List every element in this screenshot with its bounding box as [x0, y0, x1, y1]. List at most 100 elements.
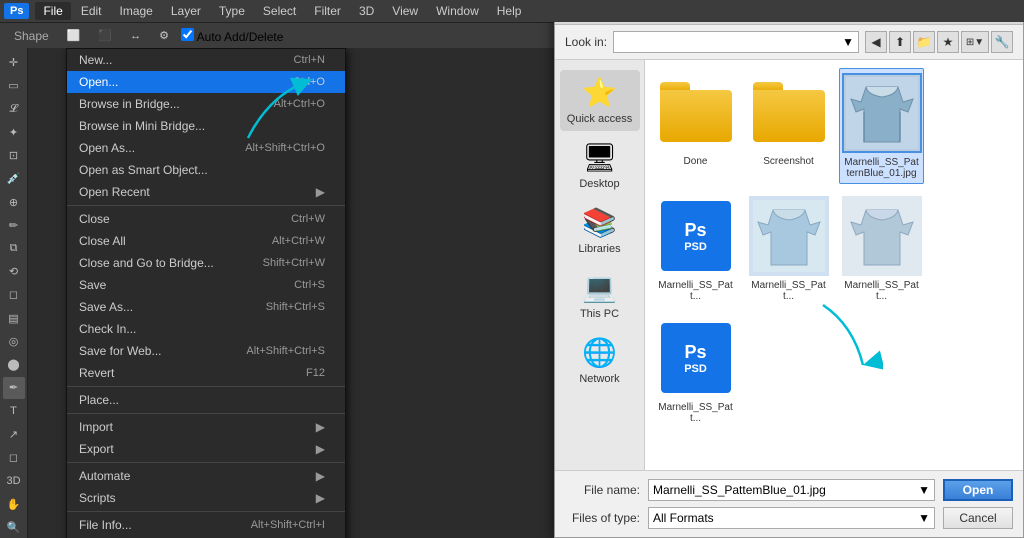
tool-shape[interactable]: ◻	[3, 447, 25, 468]
menu-item-bridge[interactable]: Browse in Bridge... Alt+Ctrl+O	[67, 93, 345, 115]
menu-edit[interactable]: Edit	[73, 2, 110, 20]
filename-input[interactable]: Marnelli_SS_PattemBlue_01.jpg ▼	[648, 479, 935, 501]
tool-clone[interactable]: ⧉	[3, 238, 25, 259]
menu-window[interactable]: Window	[428, 2, 487, 20]
menu-image[interactable]: Image	[112, 2, 161, 20]
tool-crop[interactable]: ⊡	[3, 145, 25, 166]
tool-history[interactable]: ⟲	[3, 261, 25, 282]
file-item-marnelli-1[interactable]: Marnelli_SS_PatternBlue_01.jpg	[839, 68, 924, 184]
tool-hand[interactable]: ✋	[3, 493, 25, 514]
nav-item-network[interactable]: 🌐 Network	[560, 330, 640, 391]
tool-move[interactable]: ✛	[3, 52, 25, 73]
menu-item-automate[interactable]: Automate ▶	[67, 465, 345, 487]
menu-layer[interactable]: Layer	[163, 2, 209, 20]
menu-item-import[interactable]: Import ▶	[67, 416, 345, 438]
lookin-dropdown[interactable]: ▼	[613, 31, 859, 53]
nav-view-button[interactable]: ⊞▼	[961, 31, 989, 53]
menu-item-file-info[interactable]: File Info... Alt+Shift+Ctrl+I	[67, 514, 345, 536]
menu-item-place-label: Place...	[79, 393, 119, 407]
tool-dodge[interactable]: ⬤	[3, 354, 25, 375]
tool-eyedropper[interactable]: 💉	[3, 168, 25, 189]
nav-item-libraries-label: Libraries	[578, 243, 620, 255]
nav-item-this-pc[interactable]: 💻 This PC	[560, 265, 640, 326]
menu-item-save-as[interactable]: Save As... Shift+Ctrl+S	[67, 296, 345, 318]
nav-item-desktop[interactable]: 🖥 Desktop	[560, 135, 640, 196]
menu-filter[interactable]: Filter	[306, 2, 349, 20]
menu-item-recent[interactable]: Open Recent ▶	[67, 181, 345, 203]
tool-gradient[interactable]: ▤	[3, 308, 25, 329]
menu-item-open-as[interactable]: Open As... Alt+Shift+Ctrl+O	[67, 137, 345, 159]
cancel-button[interactable]: Cancel	[943, 507, 1013, 529]
menu-item-new[interactable]: New... Ctrl+N	[67, 49, 345, 71]
divider-5	[67, 511, 345, 512]
filetype-row: Files of type: All Formats ▼ Cancel	[565, 507, 1013, 529]
psd-icon-2-psd-text: PSD	[684, 363, 707, 375]
menu-item-scripts[interactable]: Scripts ▶	[67, 487, 345, 509]
toolbar-btn-2[interactable]: ⬛	[92, 27, 118, 44]
toolbar-btn-1[interactable]: ⬜	[61, 27, 87, 44]
nav-item-libraries[interactable]: 📚 Libraries	[560, 200, 640, 261]
open-button[interactable]: Open	[943, 479, 1013, 501]
menu-item-export[interactable]: Export ▶	[67, 438, 345, 460]
menu-item-smart-object[interactable]: Open as Smart Object...	[67, 159, 345, 181]
nav-bookmark-button[interactable]: ★	[937, 31, 959, 53]
menu-item-open[interactable]: Open... Ctrl+O	[67, 71, 345, 93]
file-name-done: Done	[684, 156, 708, 167]
tool-pen[interactable]: ✒	[3, 377, 25, 398]
menu-item-open-label: Open...	[79, 75, 118, 89]
file-item-marnelli-3[interactable]: Marnelli_SS_Patt...	[839, 192, 924, 306]
menu-help[interactable]: Help	[489, 2, 530, 20]
menu-item-file-info-shortcut: Alt+Shift+Ctrl+I	[251, 519, 325, 531]
tool-brush[interactable]: ✏	[3, 215, 25, 236]
auto-add-delete-checkbox[interactable]	[181, 28, 194, 41]
menu-item-close[interactable]: Close Ctrl+W	[67, 208, 345, 230]
file-name-marnelli-1: Marnelli_SS_PatternBlue_01.jpg	[844, 157, 919, 179]
tool-lasso[interactable]: 𝓛	[3, 98, 25, 119]
tool-path-select[interactable]: ↗	[3, 424, 25, 445]
tool-blur[interactable]: ◎	[3, 331, 25, 352]
menu-3d[interactable]: 3D	[351, 2, 382, 20]
nav-create-folder-button[interactable]: 📁	[913, 31, 935, 53]
file-item-screenshot[interactable]: Screenshot	[746, 68, 831, 184]
file-item-marnelli-2[interactable]: Marnelli_SS_Patt...	[746, 192, 831, 306]
menu-item-file-info-label: File Info...	[79, 518, 132, 532]
dialog-nav: ⭐ Quick access 🖥 Desktop 📚 Libraries 💻 T…	[555, 60, 645, 470]
file-item-psd-2[interactable]: Ps PSD Marnelli_SS_Patt...	[653, 314, 738, 428]
file-item-done[interactable]: Done	[653, 68, 738, 184]
divider-2	[67, 386, 345, 387]
tool-3d[interactable]: 3D	[3, 470, 25, 491]
menu-item-place[interactable]: Place...	[67, 389, 345, 411]
tool-text[interactable]: T	[3, 401, 25, 422]
file-name-marnelli-3: Marnelli_SS_Patt...	[843, 280, 920, 302]
toolbar-btn-3[interactable]: ↔	[124, 28, 147, 44]
tool-healing[interactable]: ⊕	[3, 191, 25, 212]
file-item-psd-1[interactable]: Ps PSD Marnelli_SS_Patt...	[653, 192, 738, 306]
menu-item-save-web[interactable]: Save for Web... Alt+Shift+Ctrl+S	[67, 340, 345, 362]
toolbar-btn-4[interactable]: ⚙	[153, 27, 175, 44]
nav-tools-button[interactable]: 🔧	[991, 31, 1013, 53]
menu-file[interactable]: File	[35, 2, 70, 20]
tool-magic-wand[interactable]: ✦	[3, 122, 25, 143]
menu-item-close-all[interactable]: Close All Alt+Ctrl+W	[67, 230, 345, 252]
file-name-psd-1: Marnelli_SS_Patt...	[657, 280, 734, 302]
menu-item-bridge-shortcut: Alt+Ctrl+O	[274, 98, 325, 110]
psd-icon-1: Ps PSD	[661, 201, 731, 271]
tool-select[interactable]: ▭	[3, 75, 25, 96]
filetype-input[interactable]: All Formats ▼	[648, 507, 935, 529]
menu-item-save[interactable]: Save Ctrl+S	[67, 274, 345, 296]
file-thumb-marnelli-3	[842, 196, 922, 276]
nav-up-button[interactable]: ⬆	[889, 31, 911, 53]
psd-icon-2-ps-text: Ps	[684, 342, 706, 363]
menu-item-mini-bridge[interactable]: Browse in Mini Bridge...	[67, 115, 345, 137]
menu-item-revert[interactable]: Revert F12	[67, 362, 345, 384]
tool-eraser[interactable]: ◻	[3, 284, 25, 305]
menu-type[interactable]: Type	[211, 2, 253, 20]
nav-back-button[interactable]: ◀	[865, 31, 887, 53]
menu-item-smart-object-label: Open as Smart Object...	[79, 163, 208, 177]
menu-select[interactable]: Select	[255, 2, 304, 20]
menu-item-close-bridge[interactable]: Close and Go to Bridge... Shift+Ctrl+W	[67, 252, 345, 274]
menu-view[interactable]: View	[384, 2, 426, 20]
tool-zoom[interactable]: 🔍	[3, 517, 25, 538]
nav-item-quick-access[interactable]: ⭐ Quick access	[560, 70, 640, 131]
menu-item-check-in[interactable]: Check In...	[67, 318, 345, 340]
